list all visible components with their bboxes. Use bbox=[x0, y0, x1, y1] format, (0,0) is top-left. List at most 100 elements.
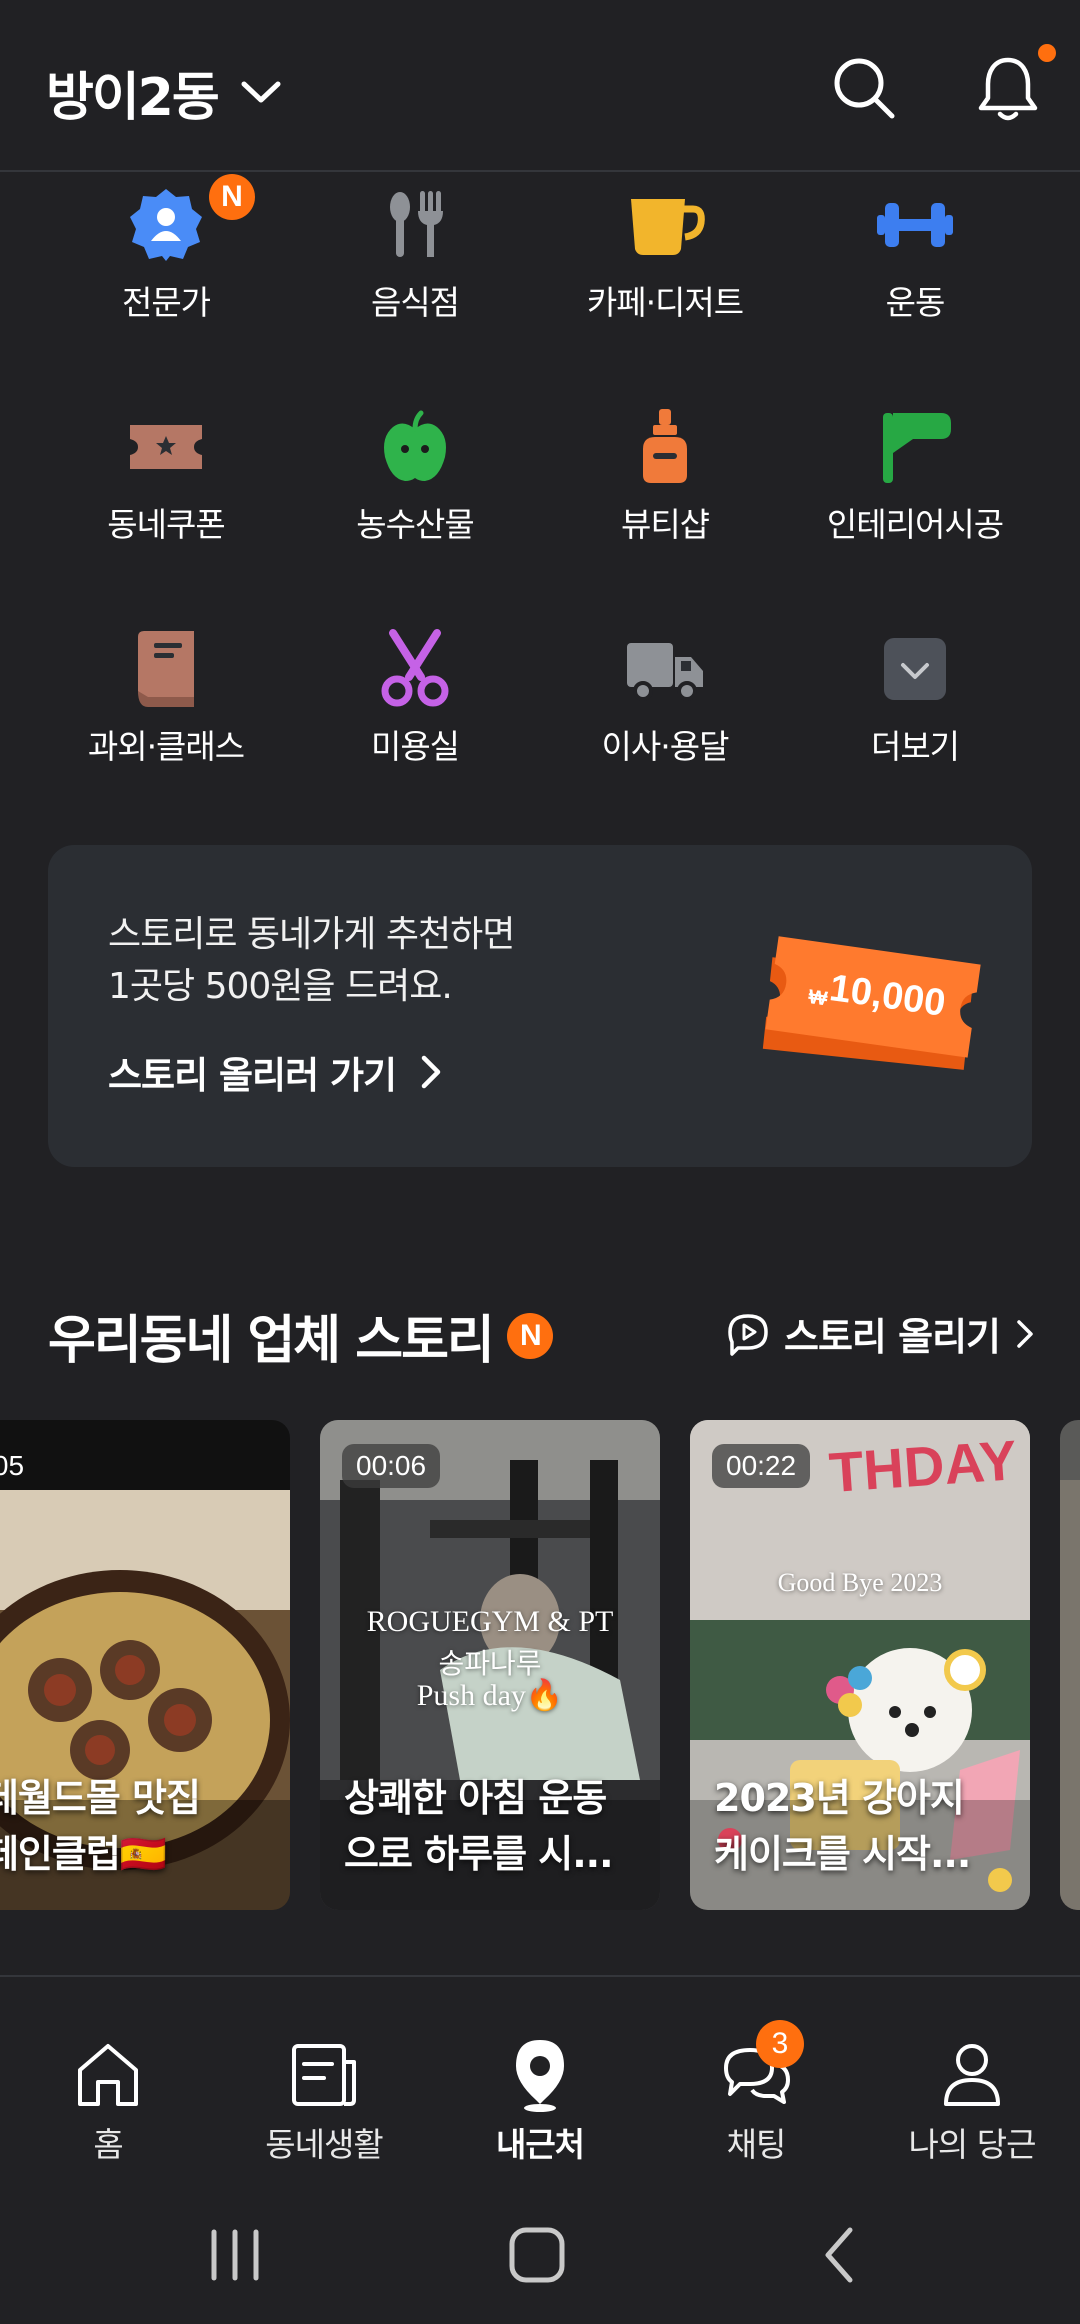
home-icon bbox=[78, 2044, 138, 2106]
top-app-bar: 방이2동 bbox=[0, 0, 1080, 172]
bottom-navigation: 홈 동네생활 내근처 3 채팅 나의 당근 bbox=[0, 2010, 1080, 2164]
nav-label: 동네생활 bbox=[265, 2125, 383, 2164]
section-divider bbox=[0, 1975, 1080, 1977]
notification-dot bbox=[1038, 44, 1056, 62]
category-label: 전문가 bbox=[121, 283, 211, 322]
story-overlay-text: Push day🔥 bbox=[416, 1679, 564, 1712]
promo-link-label: 스토리 올리러 가기 bbox=[108, 1054, 397, 1097]
story-card[interactable]: ROGUEGYM & PT 송파나루 Push day🔥 00:06 상쾌한 아… bbox=[320, 1420, 660, 1910]
story-card[interactable]: 00:05 롯데월드몰 맛집 스페인클럽🇪🇸 bbox=[0, 1420, 290, 1910]
story-thumbnail bbox=[1060, 1420, 1080, 1910]
upload-story-button[interactable]: 스토리 올리기 bbox=[726, 1306, 1036, 1361]
expert-icon bbox=[130, 189, 202, 261]
stories-section-title: 우리동네 업체 스토리 N bbox=[48, 1298, 553, 1373]
coupon-ticket-image: ₩ 10,000 bbox=[762, 936, 981, 1070]
chevron-right-icon bbox=[1017, 1319, 1033, 1348]
category-label: 뷰티샵 bbox=[620, 505, 710, 544]
category-beauty[interactable]: 뷰티샵 bbox=[540, 402, 790, 546]
back-chevron-icon bbox=[825, 2227, 853, 2283]
category-label: 이사·용달 bbox=[601, 727, 730, 766]
story-duration: 00:05 bbox=[0, 1450, 25, 1481]
story-card[interactable]: THDAY Good Bye 2023 00:22 2023년 강아지 케이크를… bbox=[690, 1420, 1030, 1910]
category-coupon[interactable]: 동네쿠폰 bbox=[41, 402, 291, 546]
chevron-right-icon bbox=[421, 1055, 441, 1089]
category-label: 미용실 bbox=[370, 727, 460, 766]
upload-story-label: 스토리 올리기 bbox=[784, 1315, 1001, 1359]
category-label: 더보기 bbox=[870, 727, 960, 766]
news-icon bbox=[292, 2044, 356, 2106]
home-square-icon bbox=[509, 2227, 565, 2283]
nav-chat[interactable]: 3 채팅 bbox=[648, 2010, 864, 2166]
category-hair-salon[interactable]: 미용실 bbox=[290, 624, 540, 768]
nav-my-karrot[interactable]: 나의 당근 bbox=[864, 2010, 1080, 2166]
category-more[interactable]: 더보기 bbox=[790, 624, 1040, 768]
promo-line-1: 스토리로 동네가게 추천하면 bbox=[108, 914, 515, 955]
chat-unread-badge: 3 bbox=[756, 2020, 804, 2068]
notification-button[interactable] bbox=[970, 44, 1056, 126]
story-overlay-text: 송파나루 bbox=[438, 1647, 542, 1680]
category-label: 농수산물 bbox=[356, 505, 474, 544]
go-upload-story-link[interactable]: 스토리 올리러 가기 bbox=[108, 1045, 446, 1099]
story-overlay-text: ROGUEGYM & PT bbox=[366, 1605, 614, 1638]
dumbbell-icon bbox=[877, 203, 953, 247]
chevron-down-icon bbox=[241, 81, 281, 103]
category-label: 카페·디저트 bbox=[586, 283, 744, 322]
nav-home[interactable]: 홈 bbox=[0, 2010, 216, 2166]
category-cafe[interactable]: 카페·디저트 bbox=[540, 180, 790, 324]
location-label: 방이2동 bbox=[46, 67, 220, 128]
more-icon bbox=[884, 638, 946, 700]
story-caption: 상쾌한 아침 운동 으로 하루를 시... bbox=[344, 1776, 614, 1876]
story-carousel[interactable]: 00:05 롯데월드몰 맛집 스페인클럽🇪🇸 ROGUEGYM & PT 송파나… bbox=[0, 1420, 1080, 1910]
fork-spoon-icon bbox=[390, 191, 443, 257]
perfume-icon bbox=[643, 409, 687, 483]
truck-icon bbox=[627, 643, 703, 701]
home-system-button[interactable] bbox=[502, 2220, 572, 2290]
category-expert[interactable]: N 전문가 bbox=[41, 174, 291, 324]
recent-apps-icon bbox=[211, 2229, 259, 2281]
bell-icon bbox=[978, 57, 1038, 121]
nav-label: 내근처 bbox=[495, 2125, 585, 2164]
new-badge: N bbox=[209, 174, 255, 220]
category-label: 동네쿠폰 bbox=[107, 505, 225, 544]
nav-label: 홈 bbox=[93, 2125, 123, 2164]
category-label: 과외·클래스 bbox=[87, 727, 245, 766]
story-overlay-text: Good Bye 2023 bbox=[777, 1568, 943, 1597]
search-button[interactable] bbox=[826, 50, 902, 126]
coffee-cup-icon bbox=[631, 199, 705, 255]
story-duration: 00:22 bbox=[712, 1444, 811, 1488]
section-title-text: 우리동네 업체 스토리 bbox=[48, 1311, 495, 1371]
scissors-icon bbox=[381, 629, 449, 707]
person-icon bbox=[944, 2044, 1000, 2106]
svg-text:THDAY: THDAY bbox=[827, 1428, 1019, 1504]
story-caption: 롯데월드몰 맛집 스페인클럽🇪🇸 bbox=[0, 1776, 201, 1876]
nav-label: 채팅 bbox=[726, 2125, 787, 2164]
category-label: 음식점 bbox=[370, 283, 460, 322]
category-class[interactable]: 과외·클래스 bbox=[41, 624, 291, 768]
nav-neighborhood-life[interactable]: 동네생활 bbox=[216, 2010, 432, 2166]
category-interior[interactable]: 인테리어시공 bbox=[790, 402, 1040, 546]
new-badge: N bbox=[506, 1312, 553, 1359]
search-icon bbox=[834, 58, 895, 119]
flag-icon bbox=[883, 413, 951, 483]
category-produce[interactable]: 농수산물 bbox=[290, 402, 540, 546]
system-navigation-bar bbox=[0, 2180, 1080, 2324]
category-moving[interactable]: 이사·용달 bbox=[540, 624, 790, 768]
story-promo-banner[interactable]: 스토리로 동네가게 추천하면 1곳당 500원을 드려요. 스토리 올리러 가기… bbox=[48, 845, 1032, 1167]
book-icon bbox=[138, 631, 194, 707]
ticket-currency: ₩ bbox=[807, 986, 829, 1010]
category-restaurant[interactable]: 음식점 bbox=[290, 180, 540, 324]
promo-line-2: 1곳당 500원을 드려요. bbox=[108, 966, 453, 1007]
apple-icon bbox=[384, 410, 446, 481]
story-card[interactable] bbox=[1060, 1420, 1080, 1910]
nav-nearby[interactable]: 내근처 bbox=[432, 2010, 648, 2166]
category-exercise[interactable]: 운동 bbox=[790, 180, 1040, 324]
category-label: 인테리어시공 bbox=[826, 505, 1004, 544]
story-duration: 00:06 bbox=[342, 1444, 441, 1488]
recent-apps-button[interactable] bbox=[200, 2220, 270, 2290]
back-button[interactable] bbox=[806, 2220, 876, 2290]
story-caption: 2023년 강아지 케이크를 시작... bbox=[714, 1776, 971, 1876]
nav-label: 나의 당근 bbox=[908, 2125, 1037, 2164]
location-pin-icon bbox=[516, 2040, 564, 2112]
location-selector[interactable]: 방이2동 bbox=[46, 52, 286, 132]
story-play-icon bbox=[728, 1313, 768, 1356]
